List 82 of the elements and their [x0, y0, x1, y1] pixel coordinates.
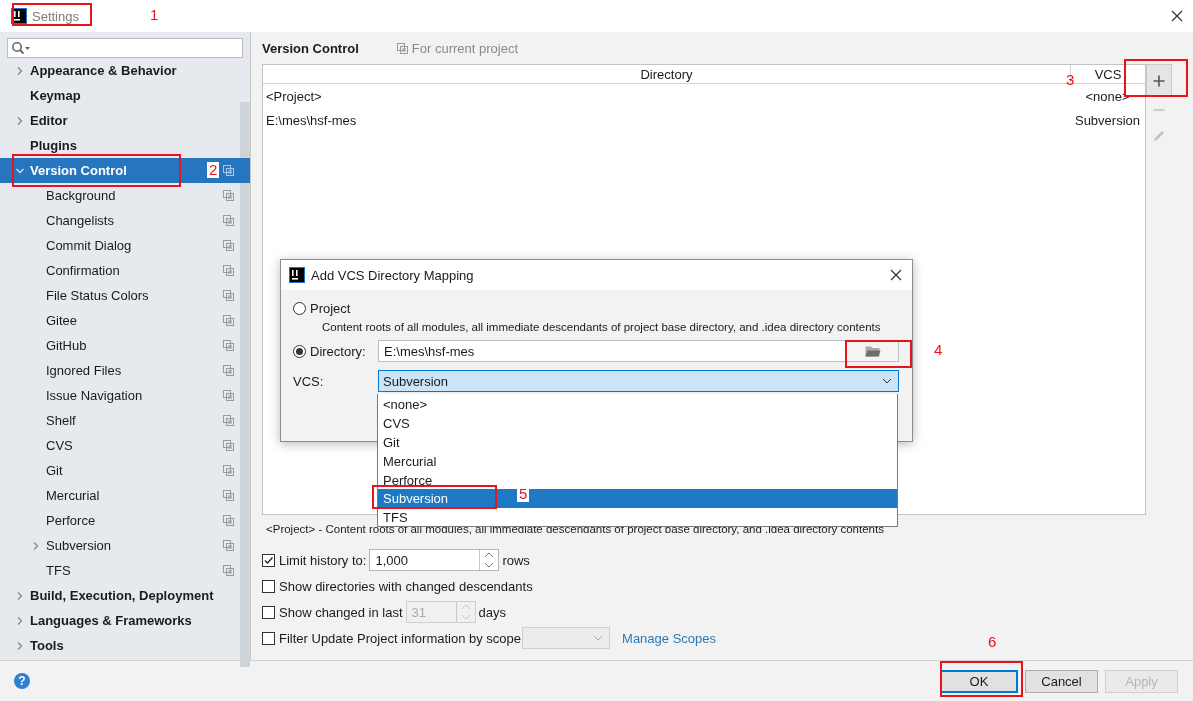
app-logo-icon — [289, 267, 305, 283]
dropdown-option[interactable]: <none> — [378, 395, 897, 414]
help-button[interactable]: ? — [14, 673, 30, 689]
tree-item[interactable]: Build, Execution, Deployment — [0, 583, 250, 608]
annotation-number: 6 — [988, 634, 997, 650]
search-field[interactable] — [7, 38, 243, 58]
tree-item[interactable]: Keymap — [0, 83, 250, 108]
dialog-button[interactable]: Cancel — [1025, 669, 1098, 693]
tree-item[interactable]: File Status Colors — [0, 283, 250, 308]
chevron-right-icon[interactable] — [15, 590, 25, 601]
radio-label: Project — [310, 300, 351, 316]
tree-item[interactable]: Subversion — [0, 533, 250, 558]
tree-item[interactable]: Issue Navigation — [0, 383, 250, 408]
dialog-title: Add VCS Directory Mapping — [311, 267, 474, 283]
tree-item[interactable]: Git — [0, 458, 250, 483]
vcs-dropdown[interactable]: Subversion — [378, 370, 899, 392]
dialog-button[interactable]: OK — [940, 669, 1018, 693]
copy-icon — [396, 42, 408, 54]
tree-item[interactable]: Commit Dialog — [0, 233, 250, 258]
chevron-right-icon[interactable] — [31, 540, 41, 551]
close-icon[interactable] — [1171, 10, 1183, 22]
tree-item[interactable]: Languages & Frameworks — [0, 608, 250, 633]
number-field[interactable]: 1,000 — [369, 549, 500, 571]
choice-description: Content roots of all modules, all immediate descendants of project base directory, and .idea directory contents — [321, 320, 882, 335]
dropdown-option[interactable]: Git — [378, 432, 897, 452]
table-cell-text: E:\mes\hsf-mes — [265, 111, 358, 130]
chevron-right-icon[interactable] — [15, 640, 25, 651]
tree-item[interactable]: CVS — [0, 433, 250, 458]
checkbox[interactable] — [262, 579, 275, 593]
annotation-number: 4 — [934, 342, 943, 358]
option-label: Show changed in last — [279, 604, 403, 620]
caret-icon — [593, 635, 604, 641]
pencil-icon — [1152, 129, 1166, 143]
tree-item[interactable]: GitHub — [0, 333, 250, 358]
tree-item[interactable]: Perforce — [0, 508, 250, 533]
tree-item[interactable]: Ignored Files — [0, 358, 250, 383]
tree-item[interactable]: Changelists — [0, 208, 250, 233]
dropdown-option[interactable]: Mercurial — [378, 451, 897, 471]
chevron-right-icon[interactable] — [15, 115, 25, 126]
radio-label: Directory: — [310, 343, 366, 359]
unit-label: rows — [502, 552, 530, 568]
checkbox[interactable] — [262, 553, 275, 567]
manage-scopes-link[interactable]: Manage Scopes — [622, 630, 716, 646]
annotation-box — [845, 340, 912, 368]
option-label: Show directories with changed descendants — [279, 578, 533, 594]
tree-item[interactable]: Mercurial — [0, 483, 250, 508]
checkbox[interactable] — [262, 631, 275, 645]
close-icon[interactable] — [890, 269, 902, 281]
option-label: Filter Update Project information by scope — [279, 630, 522, 646]
option-label: Limit history to: — [279, 552, 367, 568]
chevron-right-icon[interactable] — [15, 615, 25, 626]
tree-item[interactable]: Appearance & Behavior — [0, 58, 250, 83]
panel-title: Version Control — [262, 40, 359, 56]
tree-item[interactable]: Background — [0, 183, 250, 208]
dropdown-option[interactable]: CVS — [378, 413, 897, 433]
plus-icon — [1153, 74, 1165, 87]
vcs-label: VCS: — [293, 373, 325, 389]
folder-icon — [864, 345, 881, 357]
annotation-number: 1 — [150, 7, 159, 23]
tree-item[interactable]: TFS — [0, 558, 250, 583]
directory-field[interactable]: E:\mes\hsf-mes — [378, 340, 899, 362]
tree-item[interactable]: Tools — [0, 633, 250, 658]
tree-item[interactable]: Plugins — [0, 133, 250, 158]
tree-item[interactable]: Gitee — [0, 308, 250, 333]
unit-label: days — [478, 604, 507, 620]
radio-button[interactable] — [293, 344, 306, 358]
tree-item[interactable]: Shelf — [0, 408, 250, 433]
table-cell-text: <Project> — [265, 87, 323, 106]
window-title: Settings — [32, 8, 79, 24]
search-icon — [11, 41, 31, 55]
caret-icon — [882, 378, 892, 384]
chevron-right-icon[interactable] — [15, 65, 25, 76]
tree-item[interactable]: Confirmation — [0, 258, 250, 283]
radio-button[interactable] — [293, 301, 306, 315]
dropdown-option[interactable]: TFS — [378, 508, 897, 528]
scope-note: For current project — [411, 40, 518, 56]
toolbar-button[interactable] — [1146, 64, 1172, 97]
tree-item[interactable]: Editor — [0, 108, 250, 133]
scrollbar[interactable] — [240, 102, 250, 667]
annotation-number: 2 — [207, 162, 220, 178]
table-cell-text: Subversion — [1073, 111, 1141, 130]
annotation-number: 5 — [517, 486, 530, 502]
